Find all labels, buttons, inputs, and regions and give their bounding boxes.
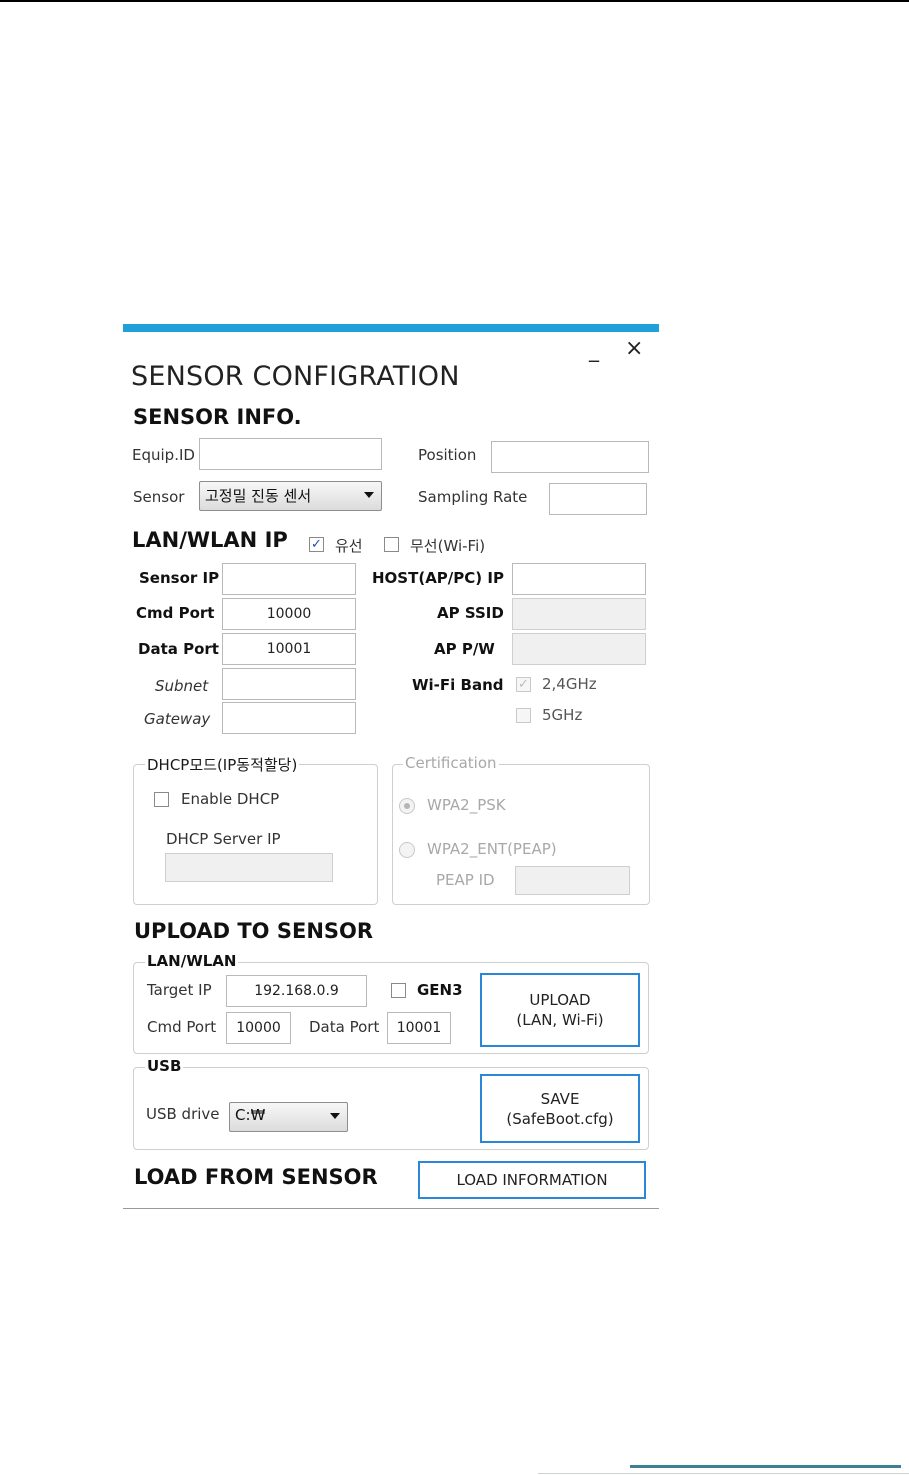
chevron-down-icon [364,492,374,498]
lan-wlan-heading: LAN/WLAN IP [132,528,288,552]
usb-legend: USB [145,1057,184,1075]
data-port-input[interactable] [222,633,356,665]
upload-lan-legend: LAN/WLAN [145,952,239,970]
peap-id-label: PEAP ID [436,871,495,889]
load-information-label: LOAD INFORMATION [456,1171,608,1189]
equip-id-input[interactable] [199,438,382,470]
host-ip-label: HOST(AP/PC) IP [372,569,504,587]
upload-heading: UPLOAD TO SENSOR [134,919,374,943]
target-ip-input[interactable] [226,975,367,1007]
wired-checkbox[interactable]: ✓ [309,537,324,552]
usb-drive-select[interactable]: C:₩ [229,1102,348,1132]
footer-rule [538,1473,909,1474]
upload-button-line1: UPLOAD [529,991,591,1009]
position-label: Position [418,446,477,464]
chevron-down-icon [330,1113,340,1119]
sensor-ip-input[interactable] [222,563,356,595]
window-title: SENSOR CONFIGRATION [131,361,460,392]
close-button[interactable]: × [625,338,643,360]
upload-cmd-port-label: Cmd Port [147,1018,217,1036]
window-bottom-border [123,1208,659,1209]
peap-id-input[interactable] [515,866,630,895]
usb-drive-value: C:₩ [235,1106,266,1124]
target-ip-label: Target IP [147,981,212,999]
upload-cmd-port-input[interactable] [226,1012,291,1044]
dhcp-legend: DHCP모드(IP동적할당) [145,754,300,775]
cmd-port-input[interactable] [222,598,356,630]
upload-button[interactable]: UPLOAD (LAN, Wi-Fi) [480,973,640,1047]
ap-pw-input[interactable] [512,633,646,665]
usb-drive-label: USB drive [146,1105,220,1123]
sensor-type-value: 고정밀 진동 센서 [205,487,312,505]
gen3-checkbox[interactable] [391,983,406,998]
upload-button-line2: (LAN, Wi-Fi) [516,1011,604,1029]
band-24ghz-checkbox[interactable]: ✓ [516,677,531,692]
sampling-rate-label: Sampling Rate [418,488,528,506]
wired-label: 유선 [335,537,363,555]
band-5ghz-label: 5GHz [542,706,583,724]
wpa2-ent-radio[interactable] [399,842,415,858]
wifi-band-label: Wi-Fi Band [412,676,504,694]
equip-id-label: Equip.ID [132,446,195,464]
wpa2-ent-label: WPA2_ENT(PEAP) [427,840,557,858]
save-button-line2: (SafeBoot.cfg) [506,1109,614,1128]
enable-dhcp-label: Enable DHCP [181,790,280,808]
load-heading: LOAD FROM SENSOR [134,1165,378,1189]
upload-data-port-label: Data Port [309,1018,380,1036]
subnet-input[interactable] [222,668,356,700]
host-ip-input[interactable] [512,563,646,595]
window-accent-bar [123,324,659,332]
page-top-rule [0,0,909,2]
subnet-label: Subnet [155,677,209,695]
cmd-port-label: Cmd Port [136,604,215,622]
sampling-rate-input[interactable] [549,483,647,515]
band-5ghz-checkbox[interactable] [516,708,531,723]
wpa2-psk-label: WPA2_PSK [427,796,506,814]
data-port-label: Data Port [138,640,219,658]
load-information-button[interactable]: LOAD INFORMATION [418,1161,646,1199]
ap-ssid-label: AP SSID [437,604,504,622]
sensor-type-select[interactable]: 고정밀 진동 센서 [199,481,382,511]
minimize-button[interactable]: _ [589,340,599,360]
sensor-info-heading: SENSOR INFO. [133,405,302,429]
ap-ssid-input[interactable] [512,598,646,630]
gateway-input[interactable] [222,702,356,734]
footer-accent-bar [630,1465,901,1468]
gateway-label: Gateway [144,710,211,728]
sensor-label: Sensor [133,488,185,506]
ap-pw-label: AP P/W [434,640,495,658]
save-button[interactable]: SAVE (SafeBoot.cfg) [480,1074,640,1143]
save-button-line1: SAVE [540,1089,580,1108]
wpa2-psk-radio[interactable] [399,798,415,814]
band-24ghz-label: 2,4GHz [542,675,597,693]
enable-dhcp-checkbox[interactable] [154,792,169,807]
wireless-checkbox[interactable] [384,537,399,552]
dhcp-server-ip-input[interactable] [165,853,333,882]
upload-data-port-input[interactable] [387,1012,451,1044]
gen3-label: GEN3 [417,981,463,999]
certification-legend: Certification [403,754,499,772]
sensor-ip-label: Sensor IP [139,569,220,587]
wireless-label: 무선(Wi-Fi) [410,537,486,555]
dhcp-server-ip-label: DHCP Server IP [166,830,281,848]
position-input[interactable] [491,441,649,473]
